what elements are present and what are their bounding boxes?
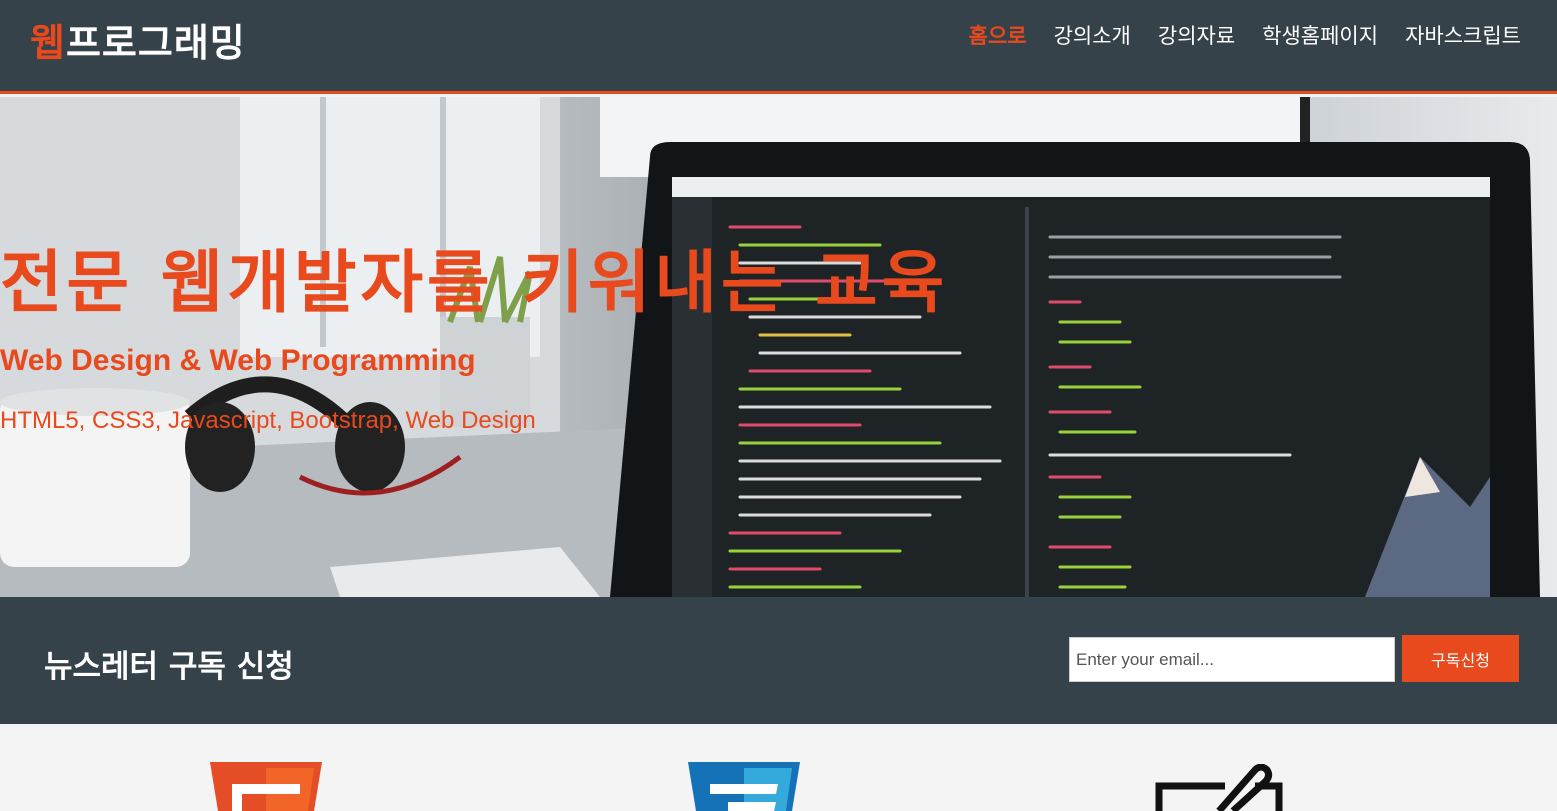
html5-icon bbox=[210, 762, 322, 811]
main-nav: 홈으로 강의소개 강의자료 학생홈페이지 자바스크립트 bbox=[969, 20, 1521, 50]
nav-course-materials[interactable]: 강의자료 bbox=[1158, 20, 1235, 50]
nav-javascript[interactable]: 자바스크립트 bbox=[1405, 20, 1521, 50]
logo-highlight: 웹 bbox=[30, 21, 66, 65]
features-section bbox=[0, 724, 1557, 811]
hero-banner: 전문 웹개발자를 키워내는 교육 Web Design & Web Progra… bbox=[0, 97, 1557, 597]
hero-title: 전문 웹개발자를 키워내는 교육 bbox=[0, 244, 949, 323]
nav-home[interactable]: 홈으로 bbox=[969, 20, 1027, 50]
css3-icon bbox=[688, 762, 800, 811]
hero-tags: HTML5, CSS3, Javascript, Bootstrap, Web … bbox=[0, 407, 536, 434]
subscribe-button[interactable]: 구독신청 bbox=[1402, 635, 1519, 682]
hero-subtitle: Web Design & Web Programming bbox=[0, 344, 476, 377]
nav-student-homepage[interactable]: 학생홈페이지 bbox=[1262, 20, 1378, 50]
newsletter-title: 뉴스레터 구독 신청 bbox=[44, 649, 294, 685]
newsletter-section: 뉴스레터 구독 신청 구독신청 bbox=[0, 597, 1557, 724]
logo-rest: 프로그래밍 bbox=[65, 21, 246, 65]
site-logo[interactable]: 웹프로그래밍 bbox=[30, 12, 246, 67]
design-tablet-icon bbox=[1155, 764, 1283, 811]
nav-course-intro[interactable]: 강의소개 bbox=[1054, 20, 1131, 50]
email-input[interactable] bbox=[1069, 637, 1395, 682]
site-header: 웹프로그래밍 홈으로 강의소개 강의자료 학생홈페이지 자바스크립트 bbox=[0, 0, 1557, 94]
